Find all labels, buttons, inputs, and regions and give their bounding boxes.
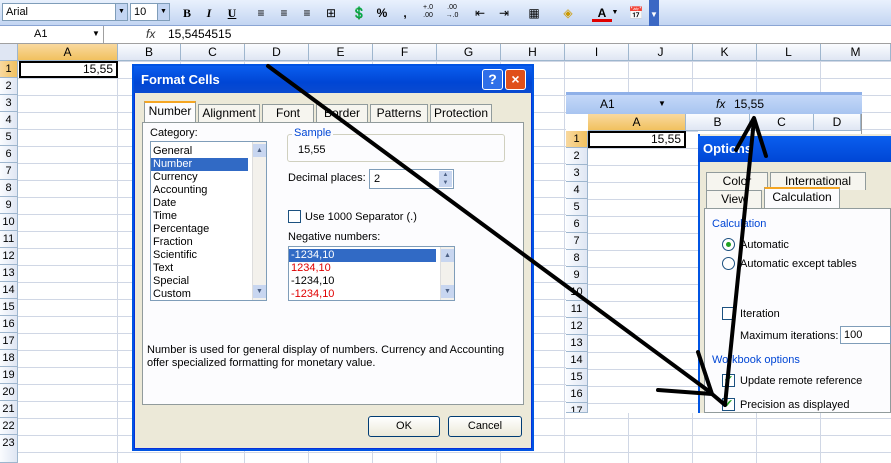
- arrow-to-precision: [266, 64, 712, 394]
- annotation-arrows: [266, 64, 768, 407]
- arrow-to-formula: [723, 118, 756, 407]
- arrow-head-link: [710, 392, 727, 407]
